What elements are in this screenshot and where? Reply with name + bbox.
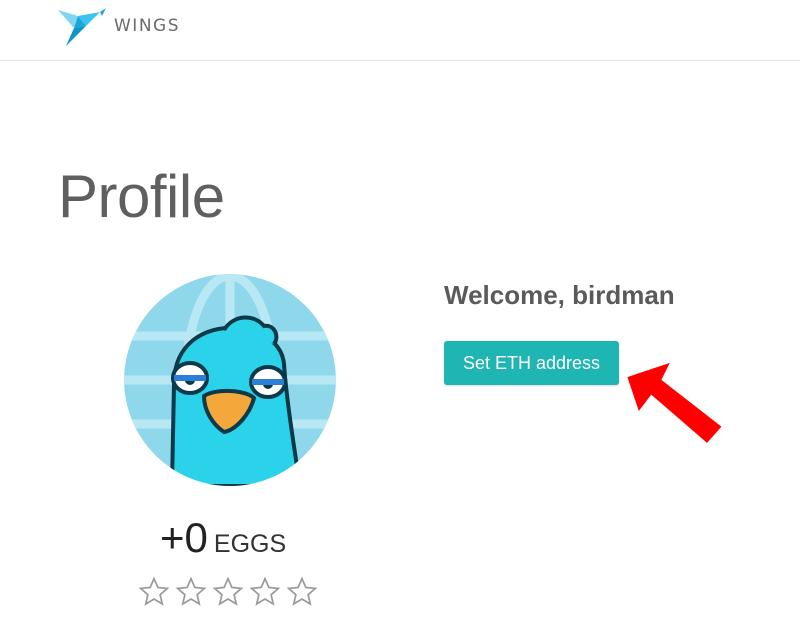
- brand-name[interactable]: WINGS: [114, 16, 180, 36]
- set-eth-address-button[interactable]: Set ETH address: [444, 341, 619, 385]
- star-icon[interactable]: [138, 576, 170, 608]
- welcome-message: Welcome, birdman: [444, 280, 675, 310]
- star-icon[interactable]: [286, 576, 318, 608]
- star-icon[interactable]: [249, 576, 281, 608]
- eggs-count: +0: [160, 514, 208, 561]
- star-rating: [138, 576, 323, 608]
- top-navbar: WINGS: [0, 0, 800, 61]
- eggs-unit: EGGS: [213, 530, 287, 558]
- star-icon[interactable]: [212, 576, 244, 608]
- bird-avatar-icon: [124, 274, 336, 486]
- red-arrow-icon: [627, 362, 722, 443]
- eggs-counter: +0 EGGS: [160, 514, 286, 562]
- star-icon[interactable]: [175, 576, 207, 608]
- origami-bird-icon[interactable]: [56, 6, 108, 48]
- page-title: Profile: [58, 163, 225, 230]
